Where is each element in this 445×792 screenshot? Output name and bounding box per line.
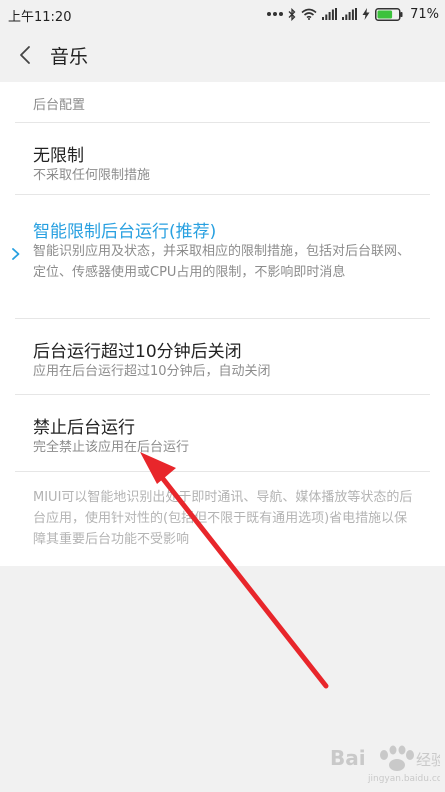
option-title: 智能限制后台运行(推荐) xyxy=(33,222,217,242)
option-description: 完全禁止该应用在后台运行 xyxy=(33,440,190,455)
chevron-right-icon xyxy=(12,248,20,260)
more-dots-icon xyxy=(267,12,284,16)
chevron-left-icon xyxy=(20,46,30,64)
option-description: 智能识别应用及状态，并采取相应的限制措施，包括对后台联网、定位、传感器使用或CP… xyxy=(33,244,411,280)
option-description: 不采取任何限制措施 xyxy=(33,168,151,183)
divider xyxy=(15,471,430,472)
footer-note: MIUI可以智能地识别出处于即时通讯、导航、媒体播放等状态的后台应用，使用针对性… xyxy=(33,490,413,547)
status-icons: 71% xyxy=(267,4,439,24)
option-unrestricted[interactable]: 无限制 不采取任何限制措施 xyxy=(0,123,445,194)
svg-text:jingyan.baidu.com: jingyan.baidu.com xyxy=(367,774,440,784)
svg-text:Bai: Bai xyxy=(330,746,366,770)
signal-icon xyxy=(322,8,338,20)
baidu-jingyan-watermark: Bai 经验 jingyan.baidu.com xyxy=(330,745,440,784)
option-title: 禁止后台运行 xyxy=(33,418,135,438)
option-title: 后台运行超过10分钟后关闭 xyxy=(33,342,242,362)
wifi-icon xyxy=(301,8,317,20)
battery-percent: 71% xyxy=(410,6,439,22)
status-bar: 上午11:20 71% xyxy=(0,0,445,28)
section-header: 后台配置 xyxy=(33,98,86,113)
app-header: 音乐 xyxy=(0,28,445,82)
page-title: 音乐 xyxy=(50,46,89,68)
battery-icon xyxy=(375,7,403,21)
option-close-after-10min[interactable]: 后台运行超过10分钟后关闭 应用在后台运行超过10分钟后，自动关闭 xyxy=(0,319,445,394)
svg-text:经验: 经验 xyxy=(416,751,440,769)
option-title: 无限制 xyxy=(33,146,84,166)
status-time: 上午11:20 xyxy=(8,10,72,25)
option-forbid-background[interactable]: 禁止后台运行 完全禁止该应用在后台运行 xyxy=(0,395,445,471)
option-smart-restrict[interactable]: 智能限制后台运行(推荐) 智能识别应用及状态，并采取相应的限制措施，包括对后台联… xyxy=(0,195,445,318)
bluetooth-icon xyxy=(288,7,296,21)
options-card: 后台配置 无限制 不采取任何限制措施 智能限制后台运行(推荐) 智能识别应用及状… xyxy=(0,82,445,566)
signal-icon xyxy=(342,8,358,20)
charging-icon xyxy=(362,8,370,20)
back-button[interactable] xyxy=(14,42,40,68)
option-description: 应用在后台运行超过10分钟后，自动关闭 xyxy=(33,364,271,379)
